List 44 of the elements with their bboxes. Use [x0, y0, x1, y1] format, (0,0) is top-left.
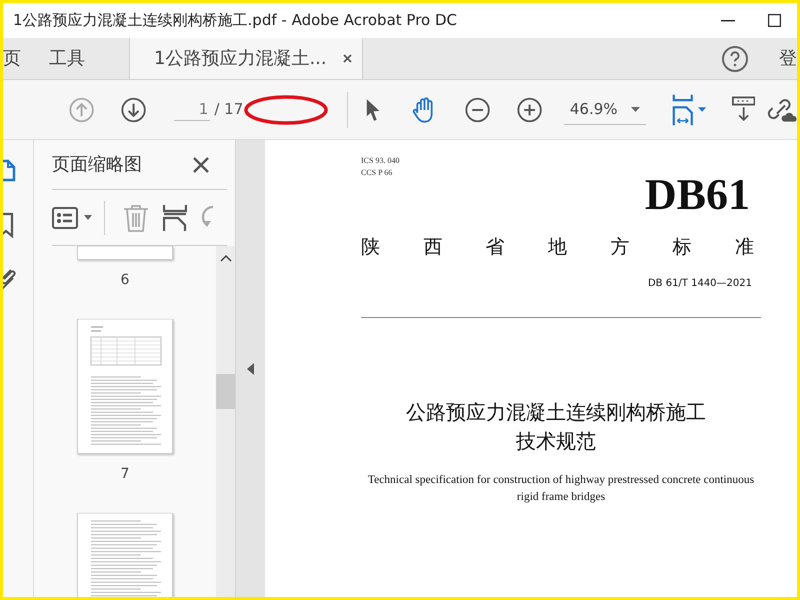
caret-icon: [84, 215, 92, 220]
standard-number: DB 61/T 1440—2021: [648, 278, 752, 288]
window-title: 1公路预应力混凝土连续刚构桥施工.pdf - Adobe Acrobat Pro DC: [13, 10, 458, 32]
tab[interactable]: 页: [3, 38, 35, 79]
close-icon[interactable]: [342, 54, 352, 63]
page-thumbnail[interactable]: [77, 319, 173, 454]
document-title: 公路预应力混凝土连续刚构桥施工: [406, 400, 706, 424]
zoom-out-icon[interactable]: [464, 96, 490, 124]
standard-type-character: 陕: [361, 235, 380, 260]
page-count: / 17: [214, 99, 244, 120]
minimize-icon[interactable]: [721, 20, 735, 22]
document-code: ICS 93. 040: [361, 155, 400, 167]
zoom-dropdown[interactable]: 46.9%: [564, 94, 646, 124]
close-icon[interactable]: [193, 156, 209, 172]
standard-type-character: 方: [610, 235, 630, 260]
help-icon[interactable]: [721, 44, 749, 72]
tab[interactable]: 工具: [35, 38, 99, 79]
standard-logo: DB61: [644, 170, 750, 219]
page-number: 7: [120, 465, 130, 484]
sign-in-link[interactable]: 登: [779, 38, 797, 79]
document-title: 技术规范: [516, 428, 596, 452]
standard-type-character: 准: [734, 235, 754, 260]
scrollbar-thumb[interactable]: [216, 374, 235, 409]
page-thumbnail[interactable]: [77, 246, 173, 260]
panel-title: 页面缩略图: [52, 153, 142, 177]
page-number-field[interactable]: 1: [174, 98, 210, 122]
caret-icon: [630, 106, 640, 112]
english-title: Technical specification for construction of highway prestressed concrete continuous: [368, 474, 754, 486]
document-code: CCS P 66: [361, 167, 394, 179]
list-icon: [52, 206, 78, 228]
tab[interactable]: 1公路预应力混凝土...: [129, 38, 363, 79]
collapse-arrow-icon[interactable]: [247, 362, 254, 374]
scroll-up-icon[interactable]: [220, 254, 232, 262]
page-number: 6: [120, 271, 130, 290]
standard-type-character: 标: [672, 235, 692, 260]
maximize-icon[interactable]: [768, 14, 780, 27]
standard-type-character: 省: [486, 235, 505, 260]
insert-page-icon[interactable]: [163, 204, 187, 232]
fit-page-icon[interactable]: [672, 92, 708, 126]
standard-type-character: 西: [423, 235, 442, 260]
options-dropdown[interactable]: [52, 206, 92, 228]
standard-type-character: 地: [548, 235, 567, 260]
zoom-in-icon[interactable]: [516, 96, 542, 124]
english-title: rigid frame bridges: [516, 490, 606, 502]
